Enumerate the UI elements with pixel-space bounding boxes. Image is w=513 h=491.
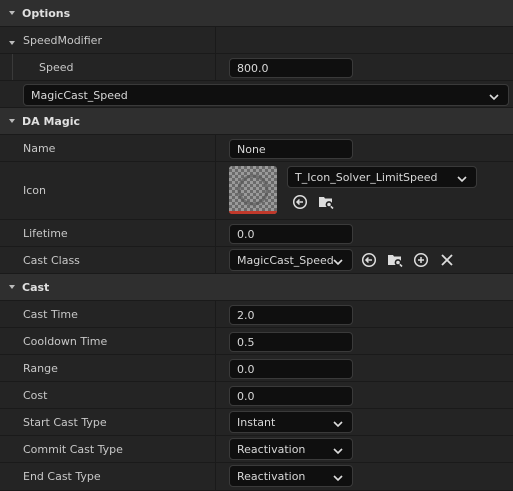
row-name: Name None [0,135,513,162]
asset-combo[interactable]: MagicCast_Speed [23,84,509,106]
row-lifetime: Lifetime 0.0 [0,220,513,247]
details-panel: Options SpeedModifier Speed 800.0 MagicC… [0,0,513,491]
row-icon: Icon T_Icon_Solver_LimitSpeed [0,162,513,220]
speed-modifier-label: SpeedModifier [23,33,102,47]
chevron-down-icon [457,173,467,186]
speed-label: Speed [39,60,74,74]
thumbnail-accent-bar [229,211,277,214]
start-cast-type-label: Start Cast Type [23,415,107,429]
row-start-cast-type: Start Cast Type Instant [0,409,513,436]
category-options-label: Options [22,6,71,20]
expand-arrow-icon [8,37,16,50]
icon-texture-combo[interactable]: T_Icon_Solver_LimitSpeed [287,166,477,188]
row-cast-class: Cast Class MagicCast_Speed [0,247,513,274]
column-divider [215,328,216,354]
chevron-down-icon [489,91,499,104]
category-options[interactable]: Options [0,0,513,27]
folder-search-icon[interactable] [387,252,403,268]
row-end-cast-type: End Cast Type Reactivation [0,463,513,491]
cast-class-combo[interactable]: MagicCast_Speed [229,249,353,271]
row-range: Range 0.0 [0,355,513,382]
row-cooldown-time: Cooldown Time 0.5 [0,328,513,355]
row-asset: MagicCast_Speed [0,81,513,108]
cast-class-value: MagicCast_Speed [237,253,334,267]
row-cost: Cost 0.0 [0,382,513,409]
column-divider [215,27,216,53]
column-divider [215,220,216,246]
column-divider [215,436,216,462]
start-cast-type-combo[interactable]: Instant [229,411,353,433]
category-da-magic[interactable]: DA Magic [0,108,513,135]
column-divider [215,382,216,408]
speed-gauge-icon [237,174,269,206]
column-divider [215,162,216,219]
column-divider [215,247,216,273]
column-divider [215,463,216,490]
name-label: Name [23,141,56,155]
row-cast-time: Cast Time 2.0 [0,301,513,328]
category-cast-label: Cast [22,280,50,294]
lifetime-field[interactable]: 0.0 [229,224,353,244]
chevron-down-icon [333,445,343,458]
column-divider [215,301,216,327]
column-divider [215,355,216,381]
arrow-left-circle-icon[interactable] [361,252,377,268]
commit-cast-type-value: Reactivation [237,442,306,456]
end-cast-type-combo[interactable]: Reactivation [229,465,353,487]
cast-class-label: Cast Class [23,253,80,267]
commit-cast-type-label: Commit Cast Type [23,442,123,456]
row-commit-cast-type: Commit Cast Type Reactivation [0,436,513,463]
end-cast-type-label: End Cast Type [23,470,101,483]
close-icon[interactable] [439,252,455,268]
category-cast[interactable]: Cast [0,274,513,301]
arrow-left-circle-icon[interactable] [292,194,308,210]
chevron-down-icon [333,472,343,485]
column-divider [215,54,216,80]
chevron-down-icon [333,256,343,269]
texture-thumbnail[interactable] [229,166,277,214]
indent-guide [12,54,13,80]
name-field[interactable]: None [229,139,353,159]
column-divider [215,409,216,435]
folder-search-icon[interactable] [318,194,334,210]
end-cast-type-value: Reactivation [237,469,306,483]
commit-cast-type-combo[interactable]: Reactivation [229,438,353,460]
row-speed: Speed 800.0 [0,54,513,81]
cooldown-time-field[interactable]: 0.5 [229,332,353,352]
category-da-magic-label: DA Magic [22,114,81,128]
column-divider [215,135,216,161]
cost-label: Cost [23,388,48,402]
cooldown-time-label: Cooldown Time [23,334,108,348]
cast-time-label: Cast Time [23,307,78,321]
lifetime-label: Lifetime [23,226,68,240]
icon-label: Icon [23,184,46,197]
plus-circle-icon[interactable] [413,252,429,268]
range-field[interactable]: 0.0 [229,359,353,379]
row-speed-modifier[interactable]: SpeedModifier [0,27,513,54]
expand-arrow-icon [8,283,16,291]
chevron-down-icon [333,418,343,431]
icon-texture-value: T_Icon_Solver_LimitSpeed [295,170,438,184]
expand-arrow-icon [8,9,16,17]
expand-arrow-icon [8,117,16,125]
cast-time-field[interactable]: 2.0 [229,305,353,325]
range-label: Range [23,361,58,375]
asset-combo-value: MagicCast_Speed [31,88,128,102]
cost-field[interactable]: 0.0 [229,386,353,406]
speed-field[interactable]: 800.0 [229,58,353,78]
start-cast-type-value: Instant [237,415,276,429]
